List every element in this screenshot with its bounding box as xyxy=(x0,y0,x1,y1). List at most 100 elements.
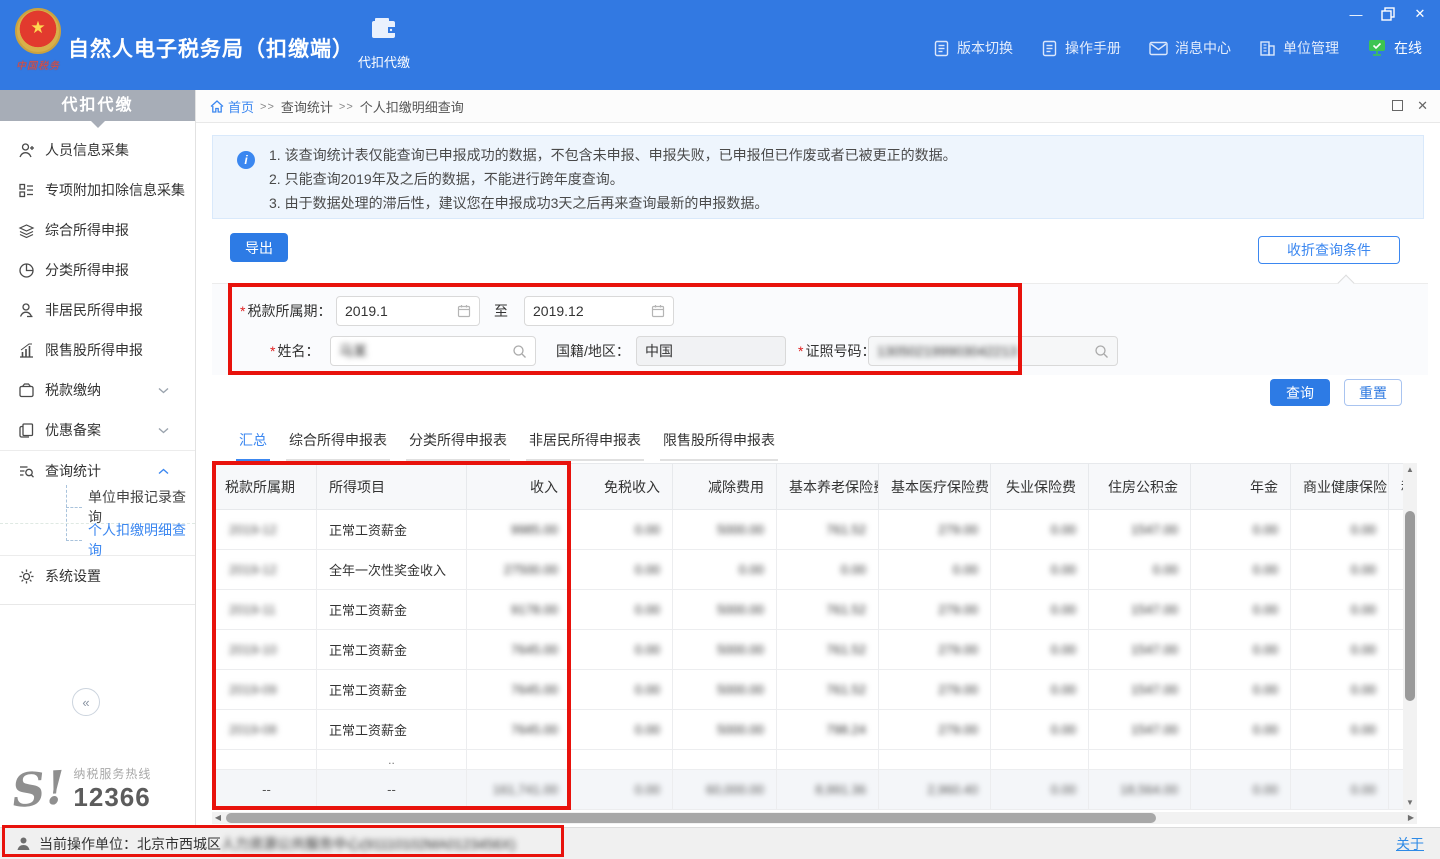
scroll-right-arrow[interactable]: ▶ xyxy=(1405,812,1417,824)
hotline-label: 纳税服务热线 xyxy=(73,765,151,782)
sidebar-subitem-personal-withholding-detail-query[interactable]: 个人扣缴明细查询 xyxy=(0,523,195,555)
tab-0[interactable]: 汇总 xyxy=(236,426,270,461)
version-switch-link[interactable]: 版本切换 xyxy=(933,38,1013,58)
nationality-input[interactable]: 中国 xyxy=(636,336,786,366)
period-to-value: 2019.12 xyxy=(533,303,651,319)
nationality-value: 中国 xyxy=(645,341,777,361)
sidebar-item-special-deduction[interactable]: 专项附加扣除信息采集 xyxy=(0,170,195,210)
query-button[interactable]: 查询 xyxy=(1270,379,1330,406)
breadcrumb-bar: 首页 >> 查询统计 >> 个人扣缴明细查询 ✕ xyxy=(196,90,1440,123)
sidebar-item-label: 非居民所得申报 xyxy=(45,300,143,320)
blurred-value: 0.00 xyxy=(1253,522,1278,537)
breadcrumb-home[interactable]: 首页 xyxy=(210,97,254,116)
scroll-down-arrow[interactable]: ▼ xyxy=(1403,796,1417,810)
table-cell xyxy=(213,750,317,770)
notice-line: 2. 只能查询2019年及之后的数据，不能进行跨年度查询。 xyxy=(269,167,1407,191)
sidebar-item-comprehensive-income[interactable]: 综合所得申报 xyxy=(0,210,195,250)
table-cell: 0.00 xyxy=(571,590,673,630)
notice-line: 3. 由于数据处理的滞后性，建议您在申报成功3天之后再来查询最新的申报数据。 xyxy=(269,191,1407,215)
scroll-up-arrow[interactable]: ▲ xyxy=(1403,463,1417,477)
id-number-input[interactable]: 130502199903042213 xyxy=(868,336,1118,366)
version-switch-label: 版本切换 xyxy=(957,38,1013,58)
sidebar-item-label: 查询统计 xyxy=(45,461,101,481)
online-status[interactable]: 在线 xyxy=(1367,38,1422,58)
tab-2[interactable]: 分类所得申报表 xyxy=(406,426,510,461)
online-label: 在线 xyxy=(1394,38,1422,58)
app-window: — ✕ ★ 中国税务 自然人电子税务局（扣缴端） 代扣代缴 版本切换 xyxy=(0,0,1440,859)
table-cell: 正常工资薪金 xyxy=(317,510,467,550)
sidebar-item-label: 综合所得申报 xyxy=(45,220,129,240)
sidebar-collapse-button[interactable]: « xyxy=(72,688,100,716)
sidebar-item-classified-income[interactable]: 分类所得申报 xyxy=(0,250,195,290)
table-cell: 1547.00 xyxy=(1089,510,1191,550)
column-header: 减除费用 xyxy=(673,464,777,510)
hotline-block: S! 纳税服务热线 12366 xyxy=(12,765,151,813)
blurred-value: 0.00 xyxy=(1351,782,1376,797)
tab-4[interactable]: 限售股所得申报表 xyxy=(660,426,778,461)
sidebar-divider xyxy=(0,604,195,605)
unit-management-link[interactable]: 单位管理 xyxy=(1259,38,1339,58)
tab-withholding[interactable]: 代扣代缴 xyxy=(345,16,423,71)
table-cell: 0.00 xyxy=(1191,510,1291,550)
summary-table: 税款所属期所得项目收入免税收入减除费用基本养老保险费基本医疗保险费失业保险费住房… xyxy=(212,463,1403,810)
person-add-icon xyxy=(18,142,35,159)
layers-icon xyxy=(18,222,35,239)
copy-icon xyxy=(18,422,35,439)
blurred-value: 2019-08 xyxy=(229,722,277,737)
table-row: 2019-10正常工资薪金7645.000.005000.00761.52279… xyxy=(213,630,1404,670)
pie-chart-icon xyxy=(18,262,35,279)
blurred-value: 279.00 xyxy=(938,522,978,537)
table-cell xyxy=(879,750,991,770)
sidebar-item-personnel-info[interactable]: 人员信息采集 xyxy=(0,130,195,170)
sidebar-item-tax-payment[interactable]: 税款缴纳 xyxy=(0,370,195,410)
collapse-query-conditions-button[interactable]: 收折查询条件 xyxy=(1258,236,1400,264)
minimize-button[interactable]: — xyxy=(1348,6,1364,22)
pane-close-button[interactable]: ✕ xyxy=(1417,98,1428,114)
pane-maximize-button[interactable] xyxy=(1392,100,1403,111)
table-cell: 9178.00 xyxy=(467,590,571,630)
about-link[interactable]: 关于 xyxy=(1396,834,1424,854)
manual-link[interactable]: 操作手册 xyxy=(1041,38,1121,58)
vertical-scroll-thumb[interactable] xyxy=(1405,511,1415,701)
sidebar-item-nonresident-income[interactable]: 非居民所得申报 xyxy=(0,290,195,330)
sidebar-item-system-settings[interactable]: 系统设置 xyxy=(0,556,195,596)
table-cell: 0.00 xyxy=(571,770,673,810)
blurred-value: 0.00 xyxy=(1051,522,1076,537)
blurred-value: 0.00 xyxy=(1153,562,1178,577)
message-center-link[interactable]: 消息中心 xyxy=(1149,38,1231,58)
sidebar-item-preferential-filing[interactable]: 优惠备案 xyxy=(0,410,195,450)
notice-line: 1. 该查询统计表仅能查询已申报成功的数据，不包含未申报、申报失败，已申报但已作… xyxy=(269,143,1407,167)
restore-icon xyxy=(1381,7,1395,21)
required-asterisk: * xyxy=(798,343,803,359)
sidebar-item-label: 人员信息采集 xyxy=(45,140,129,160)
sidebar-subitem-unit-declaration-query[interactable]: 单位申报记录查询 xyxy=(0,491,195,523)
blurred-value: 1547.00 xyxy=(1131,602,1178,617)
sidebar-item-restricted-stock[interactable]: 限售股所得申报 xyxy=(0,330,195,370)
hotline-number: 12366 xyxy=(73,782,151,813)
period-from-input[interactable]: 2019.1 xyxy=(336,296,480,326)
tab-3[interactable]: 非居民所得申报表 xyxy=(526,426,644,461)
table-cell: 761.52 xyxy=(777,590,879,630)
restore-button[interactable] xyxy=(1380,6,1396,22)
horizontal-scroll-thumb[interactable] xyxy=(226,813,1156,823)
name-input[interactable]: 马某 xyxy=(330,336,536,366)
blurred-value: 0.00 xyxy=(1051,642,1076,657)
sidebar-item-query-statistics[interactable]: 查询统计 xyxy=(0,451,195,491)
close-button[interactable]: ✕ xyxy=(1412,6,1428,22)
info-icon: i xyxy=(237,151,255,169)
period-from-value: 2019.1 xyxy=(345,303,457,319)
blurred-value: 279.00 xyxy=(938,602,978,617)
table-cell: 0.00 xyxy=(777,550,879,590)
table-cell: 正常工资薪金 xyxy=(317,630,467,670)
tab-1[interactable]: 综合所得申报表 xyxy=(286,426,390,461)
period-to-input[interactable]: 2019.12 xyxy=(524,296,674,326)
table-cell: 2019-12 xyxy=(213,510,317,550)
export-button[interactable]: 导出 xyxy=(230,233,288,262)
scroll-left-arrow[interactable]: ◀ xyxy=(212,812,224,824)
breadcrumb-home-label: 首页 xyxy=(228,97,254,116)
reset-button[interactable]: 重置 xyxy=(1344,379,1402,406)
gear-icon xyxy=(18,568,35,585)
table-cell: 2019-11 xyxy=(213,590,317,630)
table-row: 2019-09正常工资薪金7645.000.005000.00761.52279… xyxy=(213,670,1404,710)
blurred-value: 8,991.36 xyxy=(815,782,866,797)
